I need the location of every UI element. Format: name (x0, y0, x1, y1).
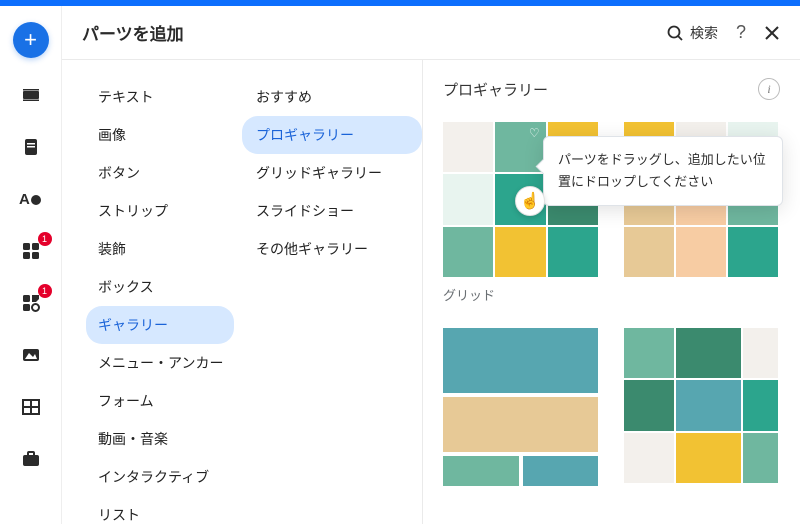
subcategory-list: おすすめ プロギャラリー グリッドギャラリー スライドショー その他ギャラリー (242, 60, 422, 524)
panel-body: テキスト 画像 ボタン ストリップ 装飾 ボックス ギャラリー メニュー・アンカ… (62, 60, 800, 524)
text-style-icon[interactable]: A (16, 184, 46, 214)
preset-thumbs (443, 328, 598, 486)
category-item[interactable]: メニュー・アンカー (86, 344, 234, 382)
gallery-pane: プロギャラリー i ♡ グリッド (422, 60, 800, 524)
drag-hint-tooltip: パーツをドラッグし、追加したい位置にドロップしてください (543, 136, 783, 206)
page-icon[interactable] (16, 132, 46, 162)
category-item[interactable]: 動画・音楽 (86, 420, 234, 458)
image-icon[interactable] (16, 340, 46, 370)
svg-text:A: A (19, 191, 30, 208)
info-button[interactable]: i (758, 78, 780, 100)
search-button[interactable]: 検索 (666, 23, 718, 43)
app-root: + A 1 1 パーツを追加 (0, 6, 800, 524)
drag-cursor-icon: ☝ (515, 186, 545, 216)
search-icon (666, 24, 684, 42)
gallery-presets-grid: ♡ グリッド (443, 122, 780, 486)
preset-mosaic[interactable] (624, 328, 781, 486)
panel-title: パーツを追加 (82, 20, 648, 45)
category-item[interactable]: リスト (86, 496, 234, 524)
addons-icon[interactable]: 1 (16, 288, 46, 318)
apps-icon[interactable]: 1 (16, 236, 46, 266)
briefcase-icon[interactable] (16, 444, 46, 474)
subcategory-item[interactable]: グリッドギャラリー (242, 154, 422, 192)
category-item[interactable]: インタラクティブ (86, 458, 234, 496)
close-button[interactable] (764, 25, 780, 41)
gallery-section-title: プロギャラリー (443, 79, 758, 100)
strip-icon[interactable] (16, 80, 46, 110)
subcategory-item[interactable]: おすすめ (242, 78, 422, 116)
category-item[interactable]: 画像 (86, 116, 234, 154)
subcategory-item[interactable]: その他ギャラリー (242, 230, 422, 268)
left-rail: + A 1 1 (0, 6, 62, 524)
addons-badge: 1 (38, 284, 52, 298)
close-icon (764, 25, 780, 41)
main-panel: パーツを追加 検索 ? テキスト 画像 ボタン ストリップ 装飾 ボックス (62, 6, 800, 524)
preset-stack[interactable] (443, 328, 600, 486)
panel-header: パーツを追加 検索 ? (62, 6, 800, 60)
category-item[interactable]: ギャラリー (86, 306, 234, 344)
search-label: 検索 (690, 23, 718, 43)
heart-icon: ♡ (529, 126, 540, 140)
category-list: テキスト 画像 ボタン ストリップ 装飾 ボックス ギャラリー メニュー・アンカ… (62, 60, 242, 524)
preset-thumbs (624, 328, 779, 483)
subcategory-item[interactable]: プロギャラリー (242, 116, 422, 154)
category-item[interactable]: ボタン (86, 154, 234, 192)
table-icon[interactable] (16, 392, 46, 422)
apps-badge: 1 (38, 232, 52, 246)
category-item[interactable]: フォーム (86, 382, 234, 420)
category-item[interactable]: ボックス (86, 268, 234, 306)
category-item[interactable]: テキスト (86, 78, 234, 116)
help-button[interactable]: ? (736, 22, 746, 43)
preset-caption: グリッド (443, 285, 600, 304)
category-item[interactable]: 装飾 (86, 230, 234, 268)
add-button[interactable]: + (13, 22, 49, 58)
subcategory-item[interactable]: スライドショー (242, 192, 422, 230)
category-item[interactable]: ストリップ (86, 192, 234, 230)
